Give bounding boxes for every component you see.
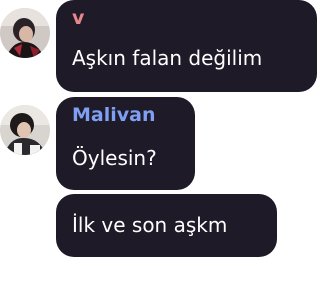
message-bubble[interactable]: İlk ve son aşkm [56, 194, 277, 257]
message-bubble[interactable]: v Aşkın falan değilim [56, 0, 317, 92]
sender-v-avatar[interactable] [0, 8, 50, 58]
message-text: Öylesin? [72, 146, 157, 170]
message-text: İlk ve son aşkm [72, 213, 228, 237]
user-photo-avatar-icon [0, 105, 50, 155]
sender-name[interactable]: Malivan [72, 103, 156, 127]
message-text: Aşkın falan değilim [72, 46, 263, 70]
sender-malivan-avatar[interactable] [0, 105, 50, 155]
message-bubble[interactable]: Malivan Öylesin? [56, 97, 195, 190]
sender-name[interactable]: v [72, 6, 84, 30]
user-photo-avatar-icon [0, 8, 50, 58]
